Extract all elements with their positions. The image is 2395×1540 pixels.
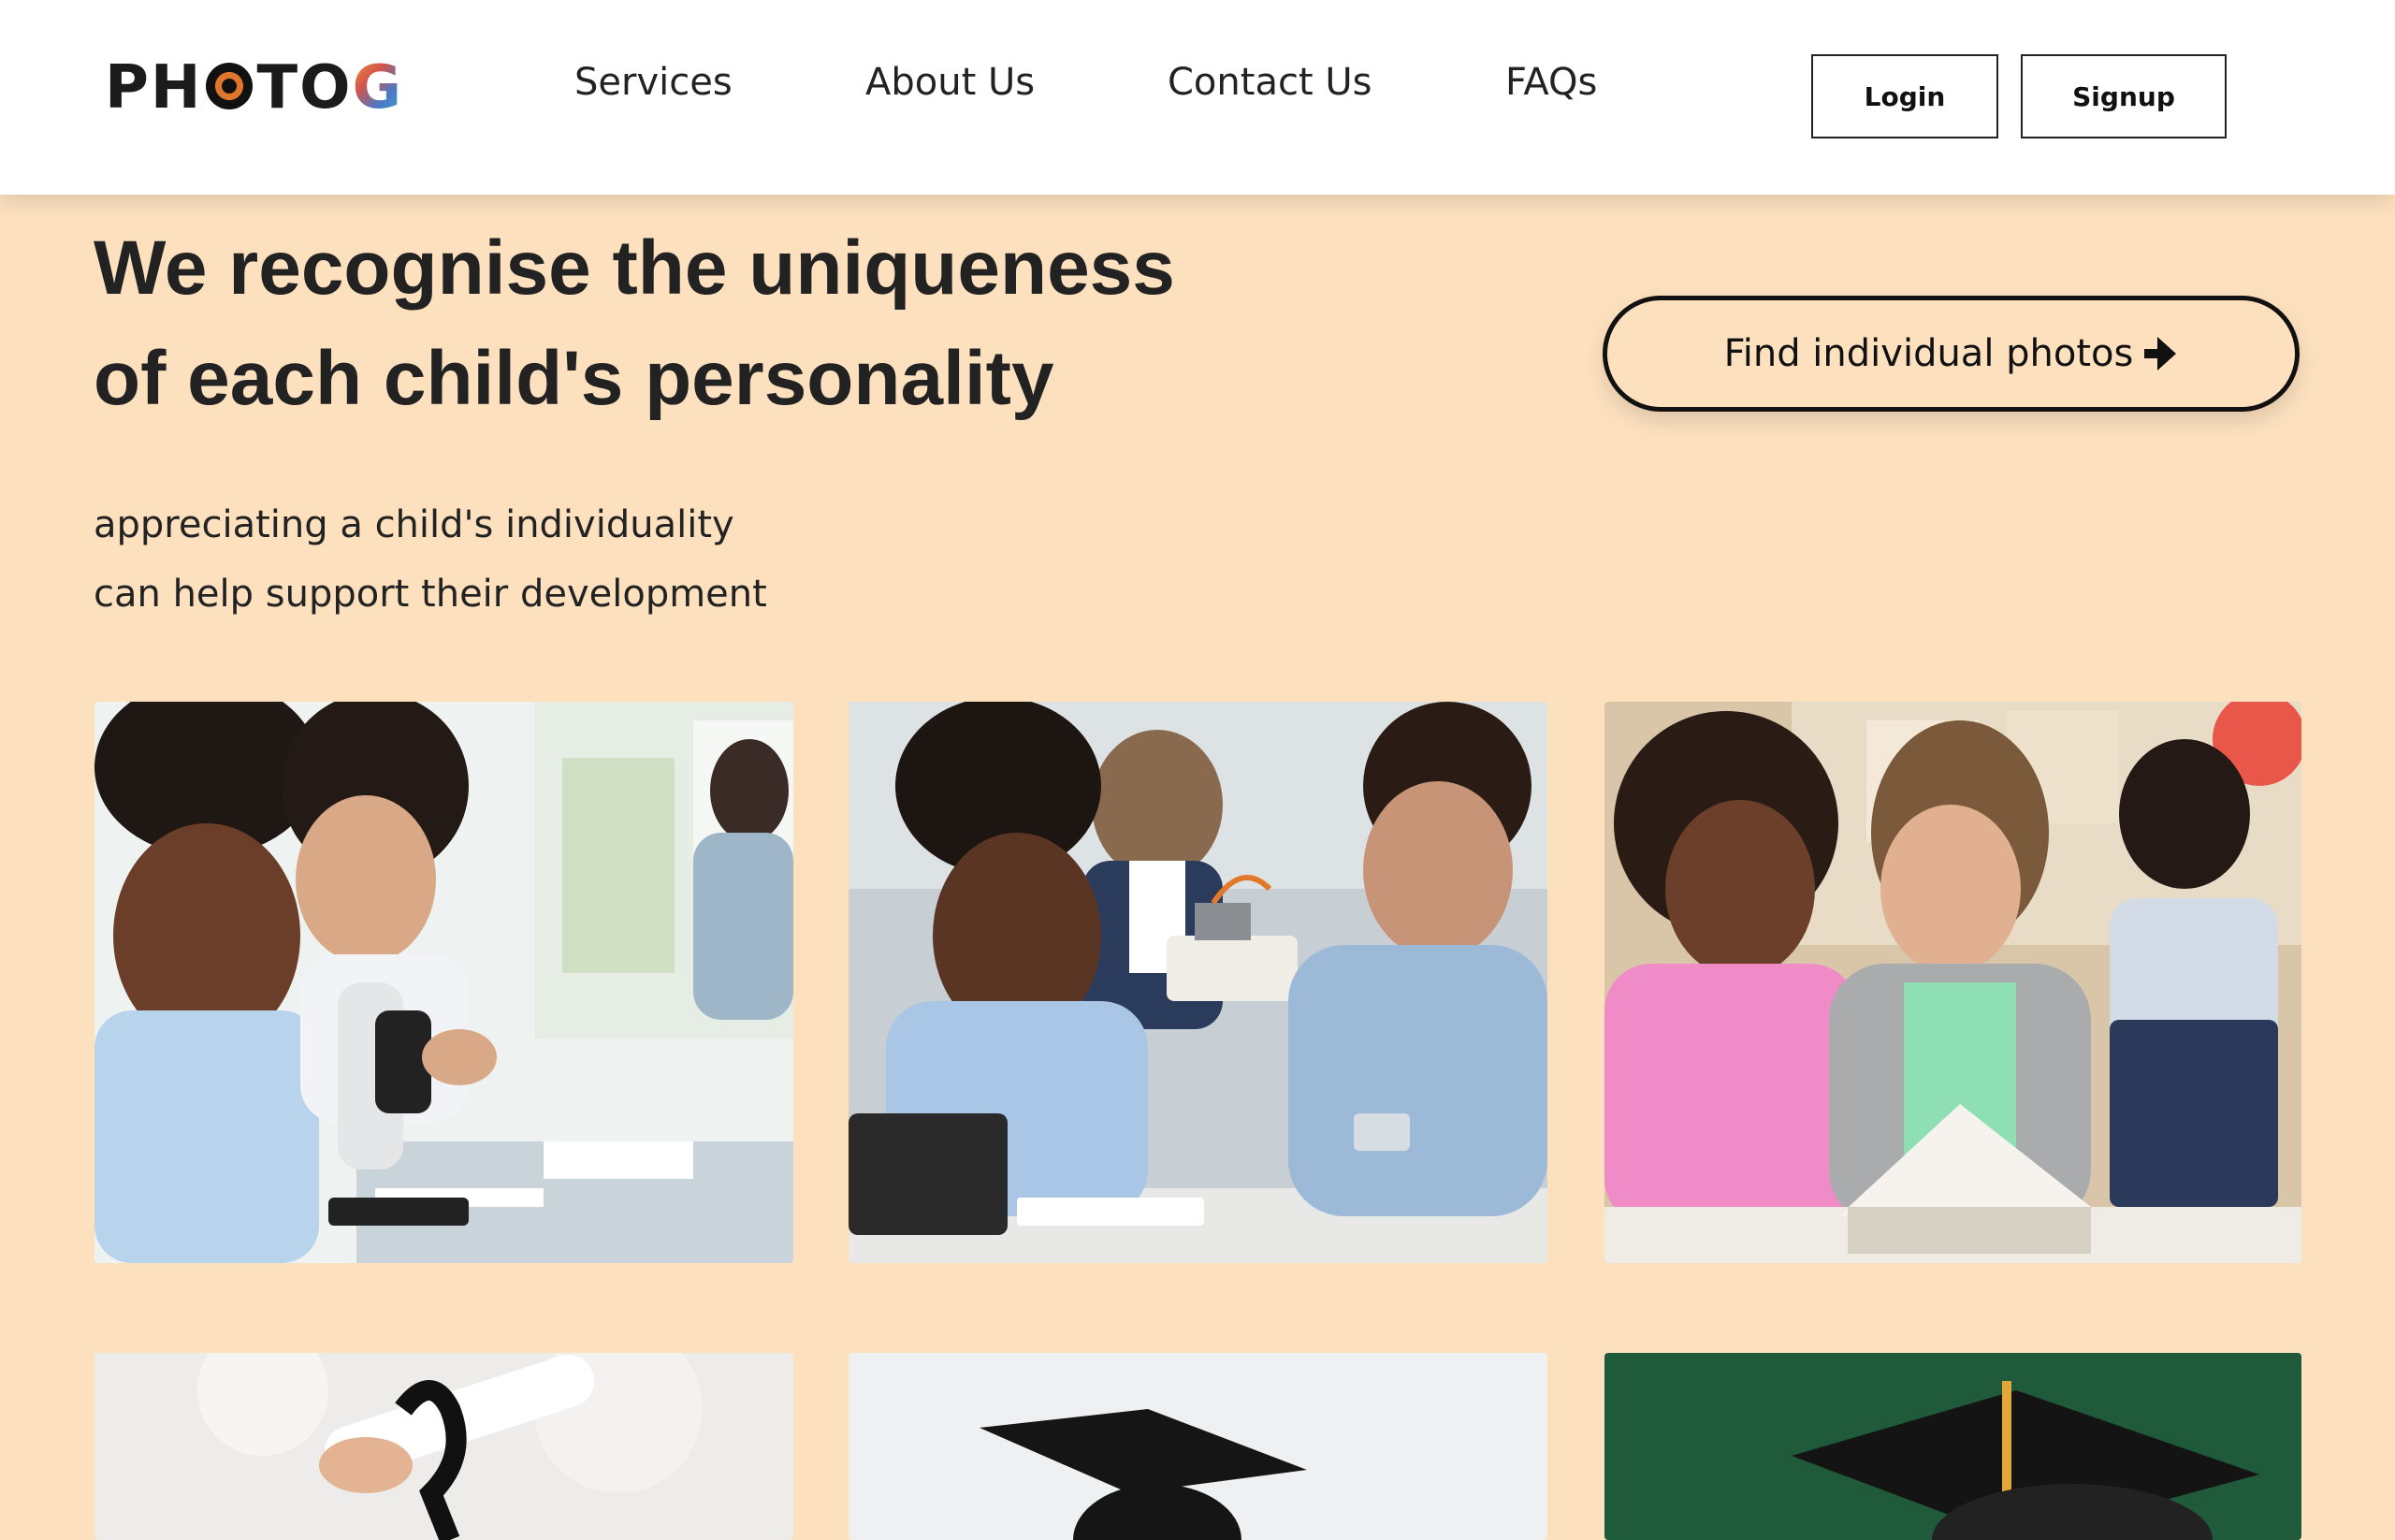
hero-subtitle-line-1: appreciating a child's individuality [94, 503, 734, 546]
hero-subtitle-line-2: can help support their development [94, 573, 767, 616]
signup-button[interactable]: Signup [2021, 54, 2227, 138]
photo-graduation-cap[interactable] [849, 1353, 1547, 1540]
nav-faqs[interactable]: FAQs [1505, 56, 1597, 109]
nav-services[interactable]: Services [574, 56, 733, 109]
arrow-right-icon [2142, 335, 2178, 372]
hero-title: We recognise the uniqueness of each chil… [94, 213, 1403, 434]
photo-graduate-chalkboard[interactable] [1604, 1353, 2301, 1540]
hero-subtitle: appreciating a child's individuality can… [94, 490, 767, 629]
login-button[interactable]: Login [1811, 54, 1998, 138]
site-header: PH TOG Services About Us Contact Us FAQs … [0, 0, 2395, 195]
photo-girl-robot[interactable] [849, 702, 1547, 1263]
hero-title-line-1: We recognise the uniqueness [94, 225, 1175, 311]
photo-diploma[interactable] [94, 1353, 793, 1540]
photo-girls-reading[interactable] [1604, 702, 2301, 1263]
nav-contact-us[interactable]: Contact Us [1168, 56, 1372, 109]
photo-students-microscope[interactable] [94, 702, 793, 1263]
cta-label: Find individual photos [1723, 332, 2134, 375]
hero-title-line-2: of each child's personality [94, 336, 1054, 421]
find-individual-photos-button[interactable]: Find individual photos [1603, 296, 2300, 412]
nav-about-us[interactable]: About Us [865, 56, 1035, 109]
